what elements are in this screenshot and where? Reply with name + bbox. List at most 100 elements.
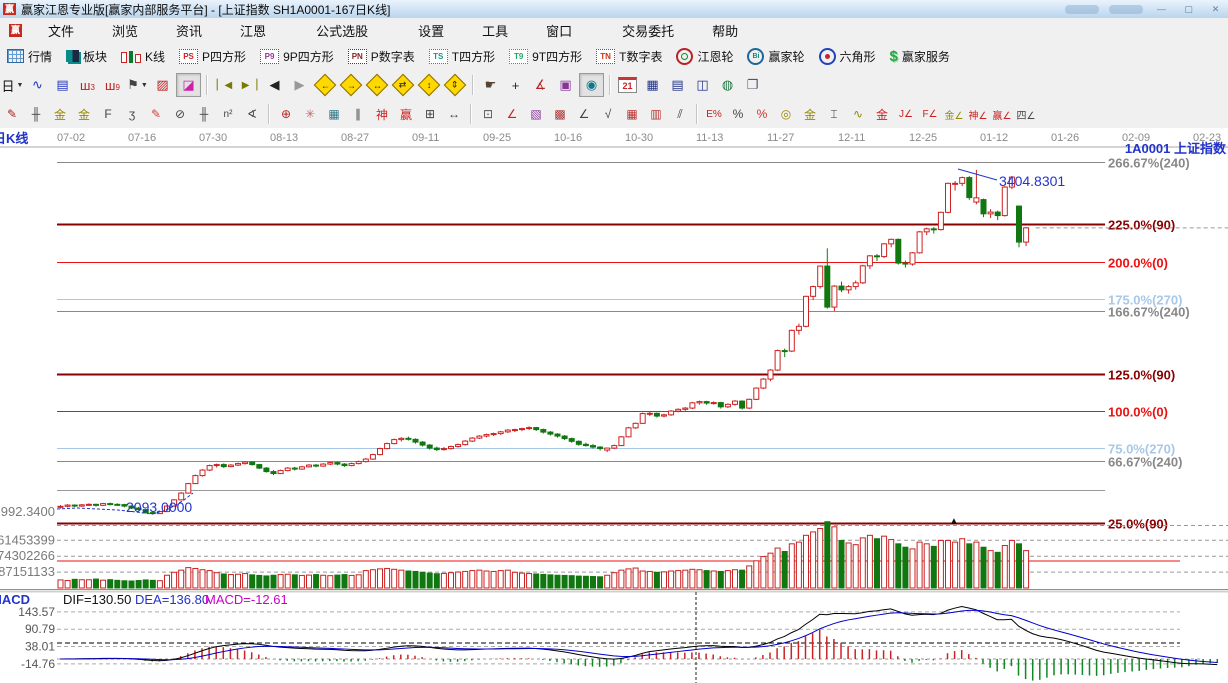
menu-item-9[interactable]: 交易委托 <box>610 18 686 43</box>
print-button[interactable]: ❐ <box>741 74 764 96</box>
export-web-button[interactable]: ◍ <box>716 74 739 96</box>
check-line-tool[interactable]: √ <box>597 104 619 124</box>
pen-tool[interactable]: ✎ <box>1 104 23 124</box>
red-pen-tool[interactable]: ✎ <box>145 104 167 124</box>
red-grid-tool-1[interactable]: ▦ <box>621 104 643 124</box>
close-button[interactable]: ✕ <box>1207 3 1224 15</box>
crosshair-tool[interactable]: + <box>504 74 527 96</box>
red-grid-tool-2[interactable]: ▥ <box>645 104 667 124</box>
gift-box-tool[interactable]: ▣ <box>554 74 577 96</box>
n-square-tool[interactable]: n² <box>217 104 239 124</box>
pattern-icon[interactable]: ▨ <box>151 74 174 96</box>
color-histogram-icon[interactable]: ◪ <box>176 73 201 97</box>
gold-gate-tool-1[interactable]: 金 <box>49 104 71 124</box>
t9-square-button[interactable]: T99T四方形 <box>502 48 589 65</box>
maximize-button[interactable]: ▢ <box>1180 3 1197 15</box>
parallel-lines-tool[interactable]: ∥ <box>347 104 369 124</box>
ying-tool[interactable]: 赢 <box>395 104 417 124</box>
fan-tool[interactable]: ∢ <box>241 104 263 124</box>
menu-item-5[interactable]: 公式选股 <box>304 18 380 43</box>
menu-item-7[interactable]: 工具 <box>470 18 520 43</box>
zoom-in-diamond[interactable]: ⇄ <box>391 74 415 96</box>
box-select-tool[interactable]: ⊡ <box>477 104 499 124</box>
expand-vertical-diamond[interactable]: ↕ <box>417 74 441 96</box>
winner-service-button[interactable]: $赢家服务 <box>883 48 957 65</box>
smart-analysis-tool[interactable]: ◉ <box>579 73 604 97</box>
goto-first-button[interactable]: ▏◀ <box>213 74 236 96</box>
wave-gold-tool[interactable]: ∿ <box>847 104 869 124</box>
prev-button[interactable]: ◀ <box>263 74 286 96</box>
angle-si-tool[interactable]: 四∠ <box>1015 104 1037 124</box>
t-digit-table-button[interactable]: TNT数字表 <box>589 48 669 65</box>
percent-tool[interactable]: % <box>727 104 749 124</box>
menu-item-4[interactable]: 江恩 <box>228 18 278 43</box>
notes-button[interactable]: ▤ <box>666 74 689 96</box>
gold-red-tool[interactable]: 金 <box>871 104 893 124</box>
purple-box-tool[interactable]: ▧ <box>525 104 547 124</box>
e-percent-tool[interactable]: E% <box>703 104 725 124</box>
shen-tool[interactable]: 神 <box>371 104 393 124</box>
percent-lines-tool[interactable]: % <box>751 104 773 124</box>
period-day-dropdown[interactable]: 日▼ <box>1 74 24 96</box>
target-circle-tool[interactable]: ⊕ <box>275 104 297 124</box>
report-doc-icon[interactable]: ▤ <box>51 74 74 96</box>
pan-right-diamond[interactable]: → <box>339 74 363 96</box>
quotes-button[interactable]: 行情 <box>0 48 59 65</box>
save-button[interactable]: ◫ <box>691 74 714 96</box>
ink-brush-tool[interactable]: ⌶ <box>823 104 845 124</box>
chart-area[interactable]: 日K线07-0207-1607-3008-1308-2709-1109-2510… <box>0 128 1228 683</box>
grid-lines-tool[interactable]: ╫ <box>25 104 47 124</box>
angle-measure-tool[interactable]: ∡ <box>529 74 552 96</box>
menu-item-2[interactable]: 浏览 <box>100 18 150 43</box>
f-ruler-tool[interactable]: F <box>97 104 119 124</box>
spiral-tool[interactable]: ʒ <box>121 104 143 124</box>
next-button[interactable]: ▶ <box>288 74 311 96</box>
calendar-21-button[interactable]: 21 <box>616 74 639 96</box>
menu-item-3[interactable]: 资讯 <box>164 18 214 43</box>
flag-marker-dropdown[interactable]: ⚑▼ <box>126 74 149 96</box>
menu-item-6[interactable]: 设置 <box>406 18 456 43</box>
slash-lines-tool[interactable]: ⫽ <box>669 104 691 124</box>
ruler-123-tool[interactable]: ⊞ <box>419 104 441 124</box>
goto-last-button[interactable]: ▶▕ <box>238 74 261 96</box>
p9-square-button[interactable]: P99P四方形 <box>253 48 341 65</box>
red-box-tool[interactable]: ▩ <box>549 104 571 124</box>
angle-line-tool[interactable]: ∠ <box>573 104 595 124</box>
hand-drag-tool[interactable]: ☛ <box>479 74 502 96</box>
winner-wheel-button[interactable]: Bi赢家轮 <box>740 48 811 65</box>
titlebar-shortcut-pill-1[interactable] <box>1065 5 1099 14</box>
sectors-button[interactable]: 板块 <box>59 48 114 65</box>
menu-item-1[interactable]: 文件 <box>36 18 86 43</box>
minute-9-bars-icon[interactable]: ш9 <box>101 74 124 96</box>
gann-wheel-button[interactable]: 江恩轮 <box>669 48 740 65</box>
t-square-button[interactable]: TST四方形 <box>422 48 502 65</box>
zoom-out-diamond[interactable]: ↔ <box>365 74 389 96</box>
minute-3-bars-icon[interactable]: ш3 <box>76 74 99 96</box>
angle-f-tool[interactable]: F∠ <box>919 104 941 124</box>
titlebar-shortcut-pill-2[interactable] <box>1109 5 1143 14</box>
p-square-button[interactable]: PSP四方形 <box>172 48 253 65</box>
starburst-tool[interactable]: ✳ <box>299 104 321 124</box>
p-digit-table-button[interactable]: PNP数字表 <box>341 48 422 65</box>
menu-item-8[interactable]: 窗口 <box>534 18 584 43</box>
gold-circle-tool[interactable]: ◎ <box>775 104 797 124</box>
angle-gold-tool[interactable]: 金∠ <box>943 104 965 124</box>
minimize-button[interactable]: — <box>1153 3 1170 15</box>
menu-item-10[interactable]: 帮助 <box>700 18 750 43</box>
calculator-button[interactable]: ▦ <box>641 74 664 96</box>
kline-button[interactable]: K线 <box>114 48 172 65</box>
width-arrows-tool[interactable]: ↔ <box>443 104 465 124</box>
pan-left-diamond[interactable]: ← <box>313 74 337 96</box>
angle-shen-tool[interactable]: 神∠ <box>967 104 989 124</box>
time-grid-tool[interactable]: ╫ <box>193 104 215 124</box>
gold-lines-tool[interactable]: 金 <box>799 104 821 124</box>
circle-divide-tool[interactable]: ⊘ <box>169 104 191 124</box>
trend-zigzag-icon[interactable]: ∿ <box>26 74 49 96</box>
fit-all-diamond[interactable]: ⇕ <box>443 74 467 96</box>
teal-grid-tool[interactable]: ▦ <box>323 104 345 124</box>
red-fan-tool[interactable]: ∠ <box>501 104 523 124</box>
angle-j-tool[interactable]: J∠ <box>895 104 917 124</box>
angle-ying-tool[interactable]: 赢∠ <box>991 104 1013 124</box>
hexagon-button[interactable]: 六角形 <box>812 48 883 65</box>
gold-gate-tool-2[interactable]: 金 <box>73 104 95 124</box>
